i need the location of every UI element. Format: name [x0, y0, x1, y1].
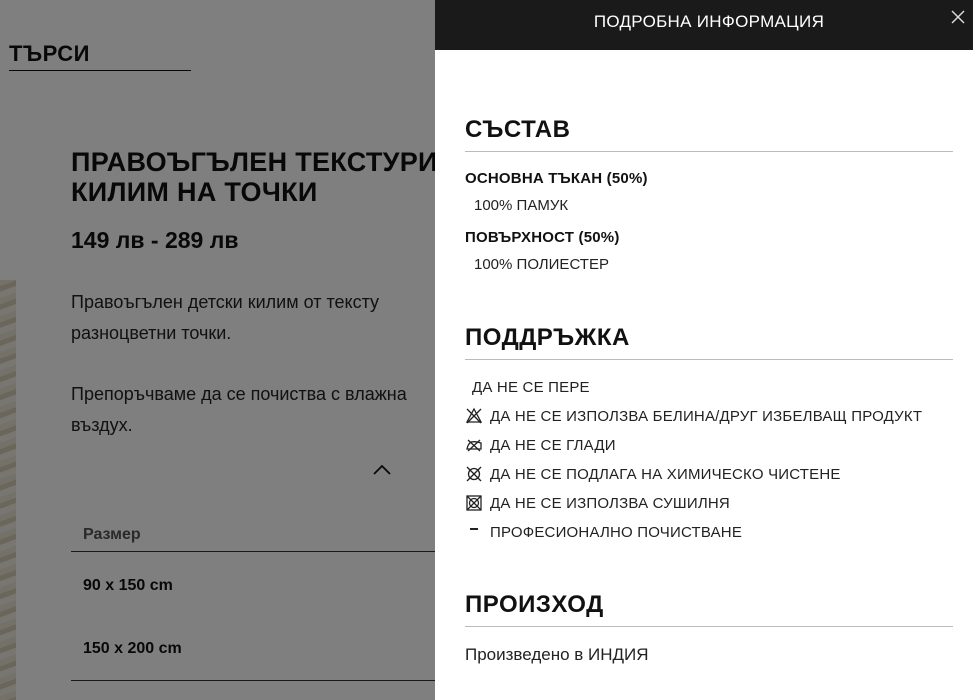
main-fabric-value: 100% ПАМУК: [474, 197, 569, 214]
care-item: ДА НЕ СЕ ПОДЛАГА НА ХИМИЧЕСКО ЧИСТЕНЕ: [465, 464, 841, 484]
close-icon[interactable]: [949, 8, 967, 26]
care-item: ПРОФЕСИОНАЛНО ПОЧИСТВАНЕ: [465, 522, 742, 542]
no-bleach-icon: [465, 407, 483, 424]
main-fabric-label: ОСНОВНА ТЪКАН (50%): [465, 170, 648, 187]
composition-heading: СЪСТАВ: [465, 116, 953, 152]
origin-text: Произведено в ИНДИЯ: [465, 645, 649, 664]
care-item: ДА НЕ СЕ ИЗПОЛЗВА СУШИЛНЯ: [465, 493, 730, 513]
panel-title: ПОДРОБНА ИНФОРМАЦИЯ: [593, 12, 825, 31]
care-item: ДА НЕ СЕ ГЛАДИ: [465, 435, 616, 455]
no-tumble-dry-icon: [466, 495, 482, 511]
surface-label: ПОВЪРХНОСТ (50%): [465, 229, 620, 246]
no-iron-icon: [466, 439, 482, 452]
care-heading: ПОДДРЪЖКА: [465, 324, 953, 360]
care-label: ДА НЕ СЕ ПЕРЕ: [472, 378, 590, 396]
surface-value: 100% ПОЛИЕСТЕР: [474, 256, 609, 273]
origin-heading: ПРОИЗХОД: [465, 591, 953, 627]
care-item: ДА НЕ СЕ ПЕРЕ: [465, 377, 590, 397]
no-dry-clean-icon: [466, 466, 482, 482]
care-item: ДА НЕ СЕ ИЗПОЛЗВА БЕЛИНА/ДРУГ ИЗБЕЛВАЩ П…: [465, 406, 922, 426]
panel-header: ПОДРОБНА ИНФОРМАЦИЯ: [435, 0, 973, 50]
care-label: ДА НЕ СЕ ГЛАДИ: [490, 436, 616, 454]
professional-clean-icon: [470, 528, 478, 530]
modal-overlay[interactable]: [0, 0, 435, 700]
care-label: ПРОФЕСИОНАЛНО ПОЧИСТВАНЕ: [490, 523, 743, 541]
care-label: ДА НЕ СЕ ИЗПОЛЗВА СУШИЛНЯ: [490, 494, 730, 512]
care-label: ДА НЕ СЕ ПОДЛАГА НА ХИМИЧЕСКО ЧИСТЕНЕ: [490, 465, 841, 483]
details-panel: ПОДРОБНА ИНФОРМАЦИЯ СЪСТАВ ОСНОВНА ТЪКАН…: [435, 0, 973, 700]
care-label: ДА НЕ СЕ ИЗПОЛЗВА БЕЛИНА/ДРУГ ИЗБЕЛВАЩ П…: [490, 407, 923, 425]
